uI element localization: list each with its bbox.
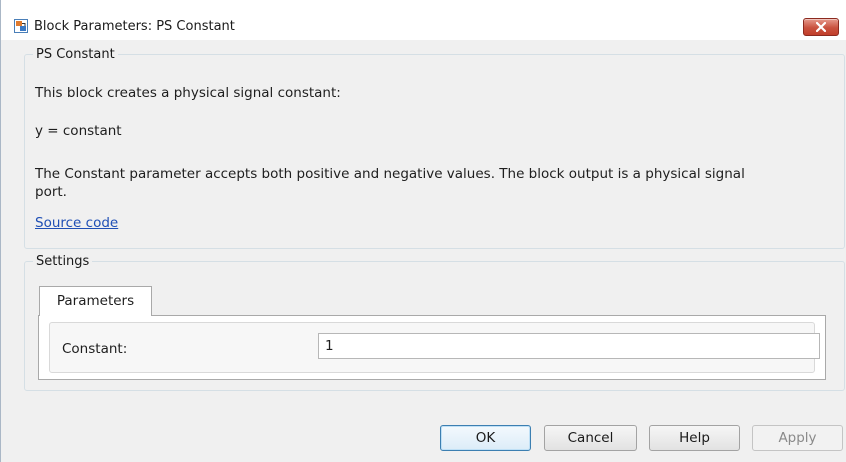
constant-label: Constant: [62, 341, 128, 357]
settings-group-legend: Settings [36, 254, 90, 269]
close-button[interactable] [803, 18, 839, 36]
dialog-window: Block Parameters: PS Constant PS Constan… [0, 0, 846, 462]
ok-button[interactable]: OK [440, 425, 531, 451]
parameter-row: Constant: [49, 322, 820, 373]
constant-input[interactable] [318, 333, 820, 359]
description-line-2-continued: port. [35, 184, 67, 200]
window-title: Block Parameters: PS Constant [34, 19, 235, 34]
help-button[interactable]: Help [649, 425, 740, 451]
description-equation: y = constant [35, 123, 122, 139]
description-group: PS Constant [24, 47, 845, 249]
tab-parameters[interactable]: Parameters [39, 286, 152, 316]
dialog-content: PS Constant This block creates a physica… [1, 40, 846, 462]
title-bar[interactable]: Block Parameters: PS Constant [1, 0, 846, 40]
source-code-link[interactable]: Source code [35, 214, 118, 232]
description-group-legend: PS Constant [36, 47, 115, 62]
cancel-button[interactable]: Cancel [544, 425, 637, 451]
close-icon [816, 22, 826, 32]
apply-button[interactable]: Apply [752, 425, 843, 451]
parameters-panel: Constant: [38, 315, 826, 380]
description-line-1: This block creates a physical signal con… [35, 85, 341, 101]
description-line-2: The Constant parameter accepts both posi… [35, 166, 745, 182]
simulink-block-icon [14, 19, 28, 33]
